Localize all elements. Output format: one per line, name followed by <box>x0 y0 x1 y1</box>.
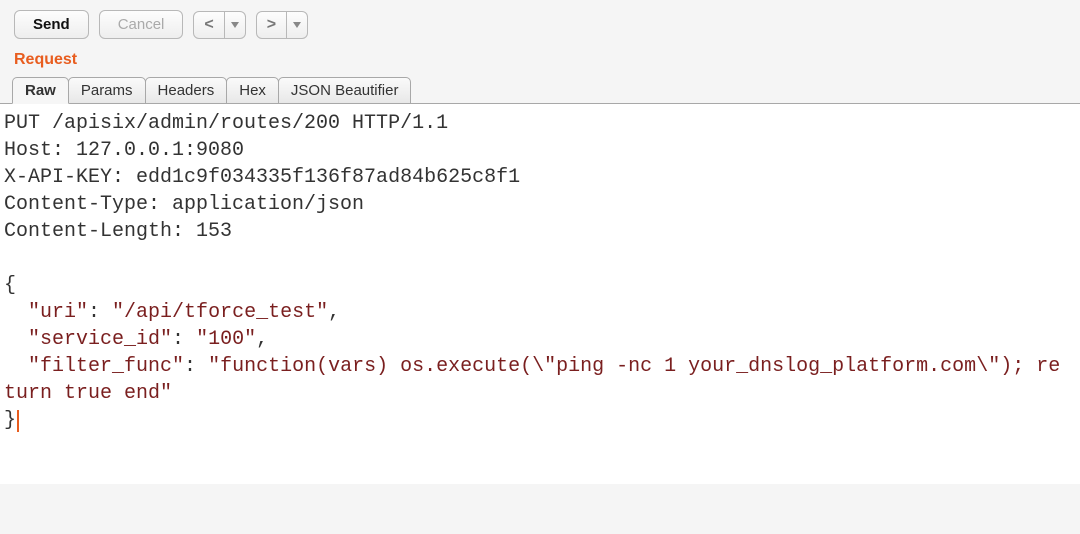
cancel-button[interactable]: Cancel <box>99 10 184 39</box>
next-dropdown[interactable] <box>287 11 308 39</box>
body-close-brace: } <box>4 409 16 432</box>
request-editor[interactable]: PUT /apisix/admin/routes/200 HTTP/1.1 Ho… <box>0 104 1080 484</box>
request-editor-wrap: PUT /apisix/admin/routes/200 HTTP/1.1 Ho… <box>0 104 1080 484</box>
header-host: Host: 127.0.0.1:9080 <box>4 139 244 162</box>
text-cursor <box>17 410 19 432</box>
prev-group: < <box>193 11 245 39</box>
header-content-type: Content-Type: application/json <box>4 193 364 216</box>
prev-button[interactable]: < <box>193 11 224 39</box>
body-key-filter-func: "filter_func" <box>28 355 184 378</box>
tab-params[interactable]: Params <box>68 77 146 104</box>
header-xapikey: X-API-KEY: edd1c9f034335f136f87ad84b625c… <box>4 166 520 189</box>
body-key-service-id: "service_id" <box>28 328 172 351</box>
right-arrow-icon: > <box>267 17 276 33</box>
request-line: PUT /apisix/admin/routes/200 HTTP/1.1 <box>4 112 448 135</box>
send-button[interactable]: Send <box>14 10 89 39</box>
body-open-brace: { <box>4 274 16 297</box>
chevron-down-icon <box>231 22 239 28</box>
next-button[interactable]: > <box>256 11 287 39</box>
body-val-uri: "/api/tforce_test" <box>112 301 328 324</box>
chevron-down-icon <box>293 22 301 28</box>
tab-raw[interactable]: Raw <box>12 77 69 104</box>
prev-dropdown[interactable] <box>225 11 246 39</box>
left-arrow-icon: < <box>204 17 213 33</box>
body-val-service-id: "100" <box>196 328 256 351</box>
next-group: > <box>256 11 308 39</box>
body-key-uri: "uri" <box>28 301 88 324</box>
tab-json-beautifier[interactable]: JSON Beautifier <box>278 77 412 104</box>
request-tabs: Raw Params Headers Hex JSON Beautifier <box>0 77 1080 104</box>
header-content-length: Content-Length: 153 <box>4 220 232 243</box>
tab-headers[interactable]: Headers <box>145 77 228 104</box>
toolbar: Send Cancel < > <box>0 0 1080 51</box>
tab-hex[interactable]: Hex <box>226 77 279 104</box>
section-title-request: Request <box>0 51 1080 77</box>
